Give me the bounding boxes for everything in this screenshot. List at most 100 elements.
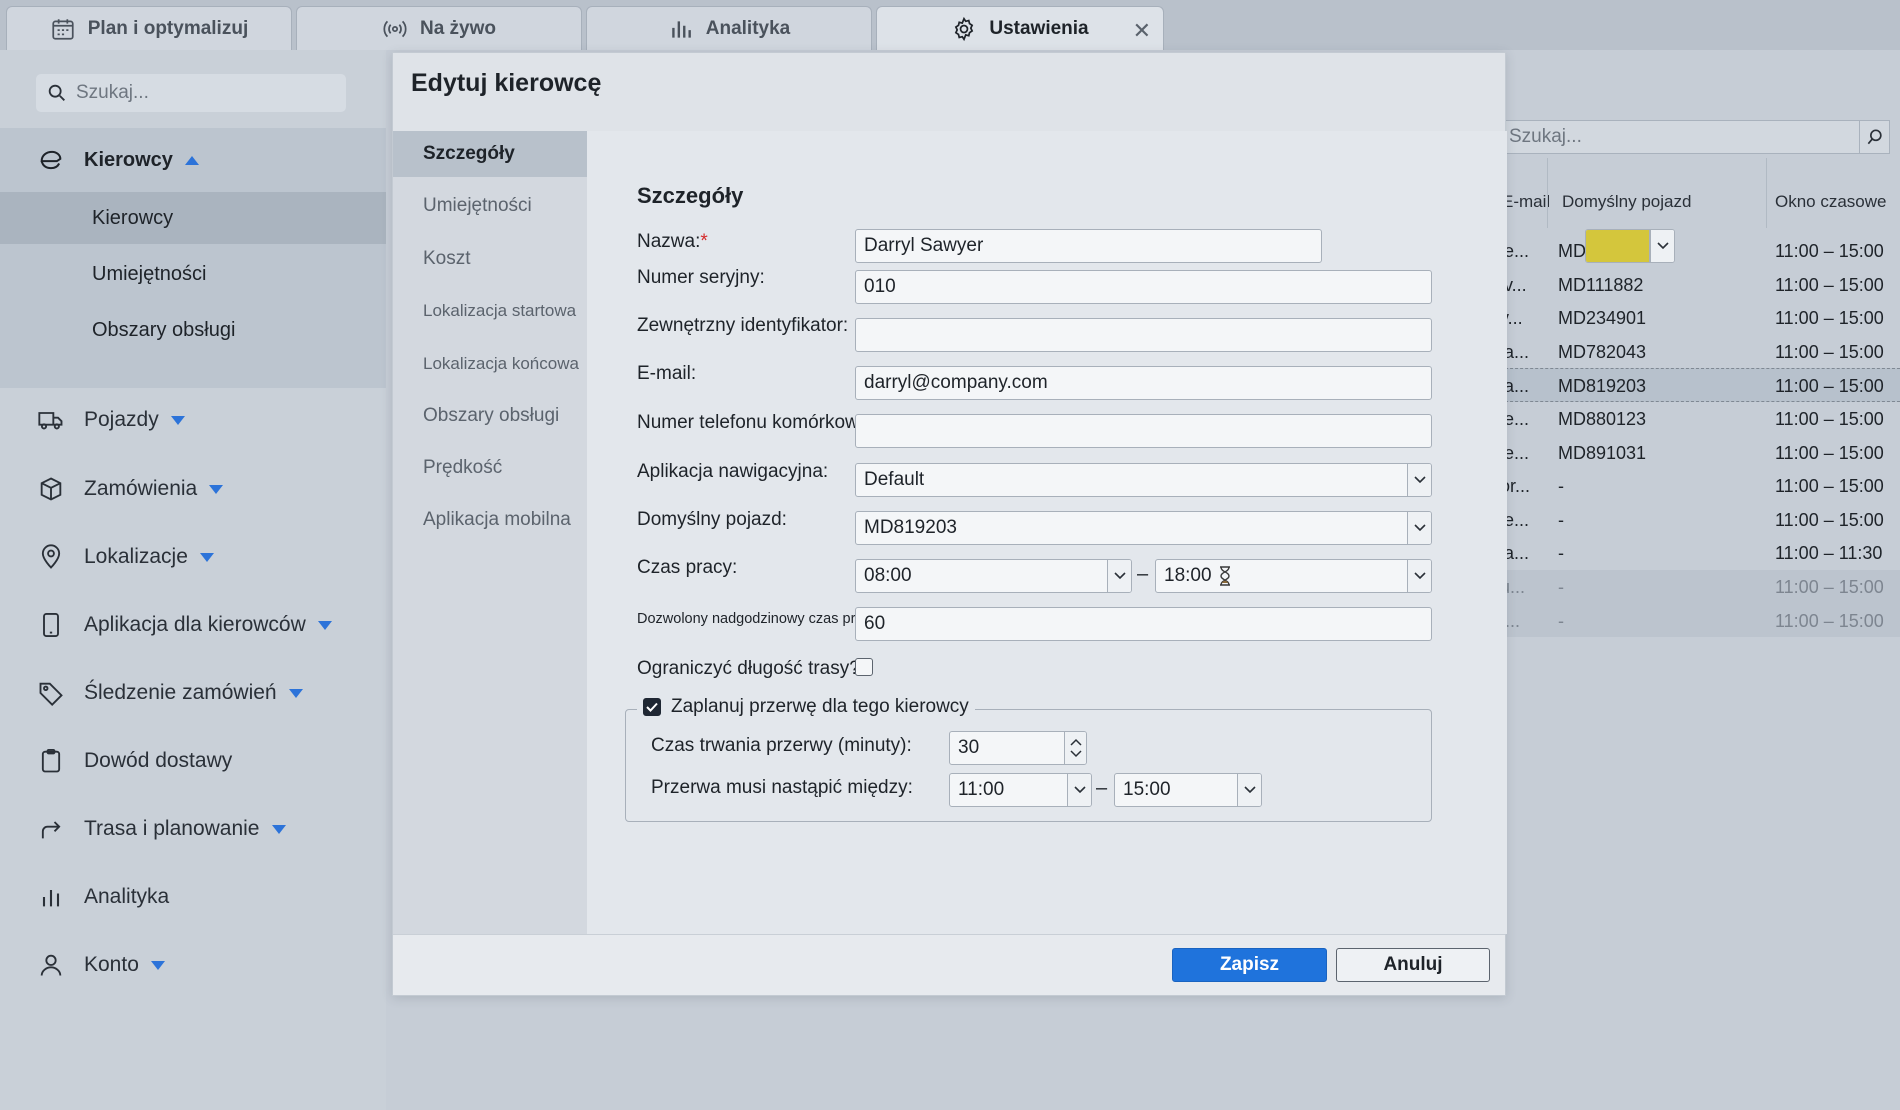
chevron-down-icon[interactable] <box>1650 230 1674 262</box>
tab-live[interactable]: Na żywo <box>296 6 582 50</box>
table-row[interactable]: or... -11:00 – 15:00 <box>1500 469 1900 503</box>
table-row[interactable]: la... MD782043 11:00 – 15:00 <box>1500 335 1900 369</box>
table-search-input[interactable]: Szukaj... <box>1500 120 1890 154</box>
nav-app-select[interactable]: Default <box>855 463 1432 497</box>
tab-settings[interactable]: Ustawienia ✕ <box>876 6 1164 50</box>
dialog-nav-mobile-app[interactable]: Aplikacja mobilna <box>393 497 587 543</box>
sidebar-item-analytics[interactable]: Analityka <box>0 872 386 922</box>
break-end-value: 15:00 <box>1123 779 1171 800</box>
phone-field[interactable] <box>855 414 1432 448</box>
table-row[interactable]: v... MD234901 11:00 – 15:00 <box>1500 301 1900 335</box>
break-start-select[interactable]: 11:00 <box>949 773 1092 807</box>
table-row[interactable]: ia... MD819203 11:00 – 15:00 <box>1500 368 1900 402</box>
table-cell-vehicle: MD819203 <box>1558 376 1647 397</box>
overtime-value: 60 <box>864 613 886 634</box>
dialog-nav-label: Szczegóły <box>423 143 515 164</box>
caret-down-icon <box>288 688 303 698</box>
chevron-down-icon[interactable] <box>1407 512 1431 544</box>
color-picker[interactable] <box>1585 229 1675 263</box>
serial-field[interactable]: 010 <box>855 270 1432 304</box>
dialog-nav-cost[interactable]: Koszt <box>393 236 587 282</box>
chevron-down-icon[interactable] <box>1070 750 1082 758</box>
tab-label: Plan i optymalizuj <box>87 17 249 39</box>
break-end-select[interactable]: 15:00 <box>1114 773 1262 807</box>
sidebar-item-vehicles[interactable]: Pojazdy <box>0 395 386 445</box>
chevron-down-icon[interactable] <box>1107 560 1131 592</box>
stepper-buttons[interactable] <box>1064 732 1086 764</box>
chevron-down-icon[interactable] <box>1407 464 1431 496</box>
broadcast-icon <box>382 16 408 42</box>
table-row[interactable]: le... MD880123 11:00 – 15:00 <box>1500 402 1900 436</box>
name-label-text: Nazwa: <box>637 231 701 252</box>
sidebar-item-orders[interactable]: Zamówienia <box>0 464 386 514</box>
tab-analytics[interactable]: Analityka <box>586 6 872 50</box>
chevron-down-icon[interactable] <box>1237 774 1261 806</box>
table-row[interactable]: lv... MD111882 11:00 – 15:00 <box>1500 268 1900 302</box>
sidebar-item-proof-of-delivery[interactable]: Dowód dostawy <box>0 736 386 786</box>
vehicle-select[interactable]: MD819203 <box>855 511 1432 545</box>
name-field[interactable]: Darryl Sawyer <box>855 229 1322 263</box>
dialog-nav-details[interactable]: Szczegóły <box>393 131 587 177</box>
route-arrow-icon <box>36 814 66 844</box>
sidebar-subitem-skills[interactable]: Umiejętności <box>0 248 386 300</box>
table-row[interactable]: le... MD891031 11:00 – 15:00 <box>1500 436 1900 470</box>
table-cell-vehicle: - <box>1558 476 1564 497</box>
table-cell-vehicle: MD234901 <box>1558 308 1647 329</box>
cancel-button[interactable]: Anuluj <box>1336 948 1490 982</box>
dialog-nav-speed[interactable]: Prędkość <box>393 445 587 491</box>
break-checkbox[interactable] <box>643 698 661 716</box>
dialog-nav-skills[interactable]: Umiejętności <box>393 183 587 229</box>
table-row[interactable]: le... -11:00 – 15:00 <box>1500 503 1900 537</box>
break-duration-stepper[interactable]: 30 <box>949 731 1087 765</box>
sidebar-subitem-drivers[interactable]: Kierowcy <box>0 192 386 244</box>
tab-plan[interactable]: Plan i optymalizuj <box>6 6 292 50</box>
sidebar-item-label: Lokalizacje <box>84 545 188 568</box>
caret-down-icon <box>317 620 332 630</box>
save-button[interactable]: Zapisz <box>1172 948 1327 982</box>
table-row[interactable]: le...MD10078911:00 – 15:00 <box>1500 234 1900 268</box>
bar-chart-icon <box>36 882 66 912</box>
column-header-vehicle[interactable]: Domyślny pojazd <box>1562 192 1691 212</box>
column-divider <box>1547 158 1548 228</box>
table-row[interactable]: u... -11:00 – 15:00 <box>1500 569 1900 604</box>
work-time-start-select[interactable]: 08:00 <box>855 559 1132 593</box>
overtime-field[interactable]: 60 <box>855 607 1432 641</box>
drivers-icon <box>36 145 66 175</box>
chevron-up-icon[interactable] <box>1070 738 1082 746</box>
table-cell-window: 11:00 – 15:00 <box>1775 308 1884 329</box>
table-cell-vehicle: MD891031 <box>1558 442 1647 463</box>
dialog-nav-end-location[interactable]: Lokalizacja końcowa <box>393 341 587 387</box>
sidebar-subitem-service-areas[interactable]: Obszary obsługi <box>0 304 386 356</box>
limit-route-checkbox[interactable] <box>855 658 873 676</box>
column-header-time-window[interactable]: Okno czasowe <box>1775 192 1887 212</box>
sidebar-item-route-planning[interactable]: Trasa i planowanie <box>0 804 386 854</box>
table-row[interactable]: .... -11:00 – 15:00 <box>1500 603 1900 638</box>
chevron-down-icon[interactable] <box>1407 560 1431 592</box>
sidebar-item-driver-app[interactable]: Aplikacja dla kierowców <box>0 600 386 650</box>
work-time-end-value: 18:00 <box>1164 565 1212 586</box>
dialog-nav-service-areas[interactable]: Obszary obsługi <box>393 393 587 439</box>
close-icon[interactable]: ✕ <box>1133 18 1151 44</box>
caret-down-icon <box>271 824 286 834</box>
email-field[interactable]: darryl@company.com <box>855 366 1432 400</box>
sidebar-search-input[interactable]: Szukaj... <box>36 74 346 112</box>
sidebar-item-order-tracking[interactable]: Śledzenie zamówień <box>0 668 386 718</box>
sidebar-item-label: Aplikacja dla kierowców <box>84 613 306 636</box>
chevron-down-icon[interactable] <box>1067 774 1091 806</box>
caret-down-icon <box>199 552 214 562</box>
dialog-nav-start-location[interactable]: Lokalizacja startowa <box>393 288 587 334</box>
table-cell-vehicle: MD880123 <box>1558 408 1647 429</box>
sidebar-item-account[interactable]: Konto <box>0 940 386 990</box>
sidebar-item-label: Konto <box>84 953 139 976</box>
work-time-start-value: 08:00 <box>864 565 912 586</box>
edit-driver-dialog: Edytuj kierowcę Szczegóły Umiejętności K… <box>392 52 1675 996</box>
caret-down-icon <box>170 415 185 425</box>
search-icon[interactable] <box>1859 121 1889 153</box>
sidebar-item-drivers[interactable]: Kierowcy <box>0 128 386 192</box>
external-id-field[interactable] <box>855 318 1432 352</box>
sidebar-item-locations[interactable]: Lokalizacje <box>0 532 386 582</box>
table-cell-window: 11:00 – 15:00 <box>1775 576 1884 597</box>
table-row[interactable]: ia... -11:00 – 11:30 <box>1500 536 1900 570</box>
column-header-email[interactable]: E-mail <box>1502 192 1550 212</box>
work-time-end-select[interactable]: 18:00 <box>1155 559 1432 593</box>
